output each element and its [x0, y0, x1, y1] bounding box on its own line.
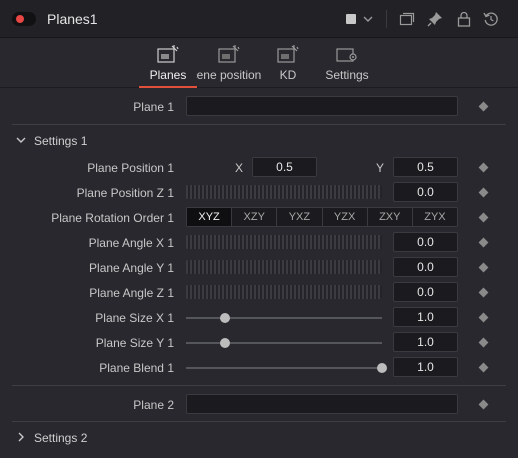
size-x-slider-handle[interactable]: [220, 313, 231, 323]
size-y-slider-track[interactable]: [186, 342, 382, 344]
angle-x-input[interactable]: 0.0: [393, 232, 458, 252]
angle-x-thumbwheel[interactable]: [186, 235, 382, 249]
tab-scene-position[interactable]: Scene position: [196, 38, 262, 88]
y-axis-label: Y: [376, 161, 385, 175]
pin-icon[interactable]: [426, 10, 444, 28]
section-divider: [12, 124, 506, 125]
size-x-input[interactable]: 1.0: [393, 307, 458, 327]
size-y-slider-handle[interactable]: [220, 338, 231, 348]
blend-slider-handle[interactable]: [377, 363, 387, 373]
tab-kd[interactable]: KD: [255, 38, 321, 88]
blend-slider-track[interactable]: [186, 367, 382, 369]
color-swatch-icon[interactable]: [346, 14, 356, 24]
tab-label: Scene position: [196, 68, 262, 82]
header-separator: [386, 10, 387, 28]
rotation-order-yzx[interactable]: YZX: [323, 208, 368, 226]
section-title: Settings 1: [34, 134, 88, 148]
lock-icon[interactable]: [455, 10, 473, 28]
scene-position-tab-icon: [218, 45, 240, 63]
keyframe-icon[interactable]: [478, 262, 489, 273]
position-z-input[interactable]: 0.0: [393, 182, 458, 202]
keyframe-icon[interactable]: [478, 187, 489, 198]
settings-1-header[interactable]: Settings 1: [0, 129, 518, 153]
size-x-slider-track[interactable]: [186, 317, 382, 319]
rotation-order-selector: XYZ XZY YXZ YZX ZXY ZYX: [186, 207, 458, 227]
plane-blend-label: Plane Blend 1: [99, 361, 174, 375]
node-title: Planes1: [47, 11, 98, 27]
keyframe-icon[interactable]: [478, 237, 489, 248]
angle-y-input[interactable]: 0.0: [393, 257, 458, 277]
chevron-right-icon: [18, 432, 24, 442]
section-title: Settings 2: [34, 431, 88, 445]
rotation-order-yxz[interactable]: YXZ: [277, 208, 323, 226]
rotation-order-zyx[interactable]: ZYX: [413, 208, 457, 226]
plane-2-label: Plane 2: [133, 398, 174, 412]
section-divider: [12, 421, 506, 422]
plane-angle-y-row: Plane Angle Y 1 0.0: [0, 255, 518, 280]
planes-tab-icon: [157, 45, 179, 63]
x-axis-label: X: [235, 161, 244, 175]
settings-2-header[interactable]: Settings 2: [0, 426, 518, 450]
inspector-tabs: Planes Scene position KD Settings: [0, 38, 518, 88]
plane-angle-z-row: Plane Angle Z 1 0.0: [0, 280, 518, 305]
chevron-down-icon[interactable]: [362, 10, 374, 28]
plane-position-row: Plane Position 1 X 0.5 Y 0.5: [0, 155, 518, 180]
plane-2-input[interactable]: [186, 394, 458, 414]
plane-angle-x-row: Plane Angle X 1 0.0: [0, 230, 518, 255]
plane-angle-z-label: Plane Angle Z 1: [89, 286, 174, 300]
plane-angle-x-label: Plane Angle X 1: [88, 236, 174, 250]
node-header: Planes1: [0, 0, 518, 38]
keyframe-icon[interactable]: [478, 101, 489, 112]
keyframe-icon[interactable]: [478, 399, 489, 410]
plane-size-x-row: Plane Size X 1 1.0: [0, 305, 518, 330]
node-enable-toggle[interactable]: [12, 12, 36, 26]
reset-icon[interactable]: [482, 10, 500, 28]
keyframe-icon[interactable]: [478, 337, 489, 348]
plane-2-row: Plane 2: [0, 392, 518, 417]
toggle-dot: [16, 15, 24, 23]
plane-position-label: Plane Position 1: [87, 161, 174, 175]
keyframe-icon[interactable]: [478, 162, 489, 173]
tab-label: KD: [279, 68, 297, 82]
tab-label: Settings: [325, 68, 369, 82]
position-x-input[interactable]: 0.5: [252, 157, 317, 177]
keyframe-icon[interactable]: [478, 362, 489, 373]
keyframe-icon[interactable]: [478, 287, 489, 298]
keyframe-icon[interactable]: [478, 312, 489, 323]
rotation-order-xyz[interactable]: XYZ: [187, 208, 233, 226]
position-z-thumbwheel[interactable]: [186, 185, 382, 199]
tab-settings[interactable]: Settings: [314, 38, 380, 88]
tab-planes[interactable]: Planes: [135, 38, 201, 88]
plane-blend-row: Plane Blend 1 1.0: [0, 355, 518, 380]
tab-label: Planes: [149, 68, 187, 82]
plane-rotation-order-row: Plane Rotation Order 1 XYZ XZY YXZ YZX Z…: [0, 205, 518, 230]
plane-rotation-order-label: Plane Rotation Order 1: [51, 211, 174, 225]
plane-1-label: Plane 1: [133, 100, 174, 114]
angle-y-thumbwheel[interactable]: [186, 260, 382, 274]
plane-1-row: Plane 1: [0, 94, 518, 119]
angle-z-input[interactable]: 0.0: [393, 282, 458, 302]
rotation-order-xzy[interactable]: XZY: [232, 208, 278, 226]
section-divider: [12, 385, 506, 386]
plane-size-x-label: Plane Size X 1: [95, 311, 174, 325]
size-y-input[interactable]: 1.0: [393, 332, 458, 352]
plane-size-y-label: Plane Size Y 1: [95, 336, 174, 350]
window-icon[interactable]: [398, 10, 416, 28]
plane-position-z-label: Plane Position Z 1: [76, 186, 174, 200]
settings-tab-icon: [336, 48, 357, 62]
plane-size-y-row: Plane Size Y 1 1.0: [0, 330, 518, 355]
rotation-order-zxy[interactable]: ZXY: [368, 208, 413, 226]
blend-input[interactable]: 1.0: [393, 357, 458, 377]
kd-tab-icon: [277, 45, 299, 63]
plane-1-input[interactable]: [186, 96, 458, 116]
plane-position-z-row: Plane Position Z 1 0.0: [0, 180, 518, 205]
angle-z-thumbwheel[interactable]: [186, 285, 382, 299]
position-y-input[interactable]: 0.5: [393, 157, 458, 177]
active-tab-indicator: [139, 86, 197, 88]
keyframe-icon[interactable]: [478, 212, 489, 223]
chevron-down-icon: [16, 137, 26, 143]
plane-angle-y-label: Plane Angle Y 1: [89, 261, 174, 275]
